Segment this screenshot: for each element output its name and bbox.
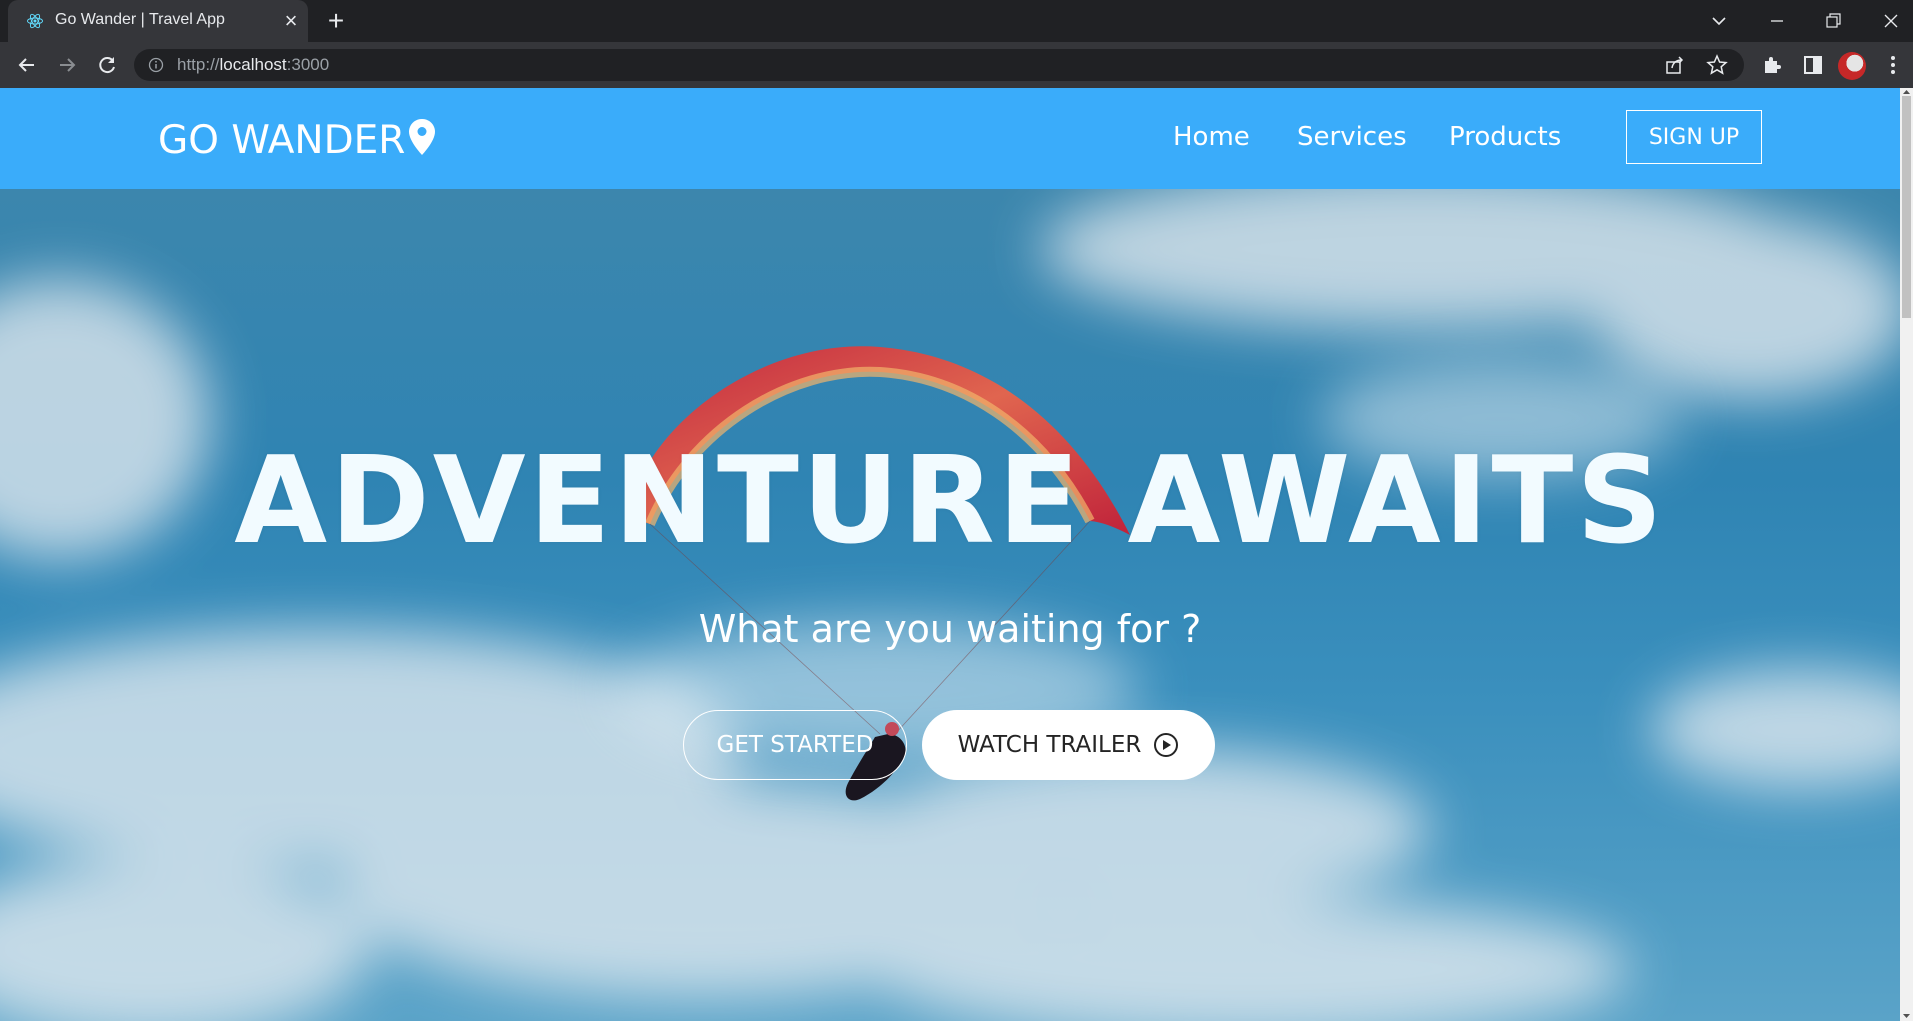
scroll-up-arrow-icon[interactable] [1902, 88, 1911, 96]
restore-icon[interactable] [1818, 6, 1848, 36]
react-favicon-icon [27, 13, 43, 29]
watch-trailer-button[interactable]: WATCH TRAILER [922, 710, 1215, 780]
page-viewport: GO WANDER Home Services Products SIGN UP [0, 88, 1900, 1021]
minimize-icon[interactable] [1762, 6, 1792, 36]
url-text: http://localhost:3000 [177, 55, 329, 75]
nav-link-services[interactable]: Services [1297, 122, 1407, 152]
site-navbar: GO WANDER Home Services Products SIGN UP [0, 88, 1900, 189]
browser-tab-strip: Go Wander | Travel App × + [0, 0, 1913, 42]
browser-menu-icon[interactable] [1880, 52, 1906, 78]
close-window-icon[interactable] [1876, 6, 1906, 36]
browser-toolbar: http://localhost:3000 [0, 42, 1913, 88]
nav-link-home[interactable]: Home [1173, 122, 1250, 152]
forward-arrow-icon[interactable] [52, 50, 82, 80]
hero-section: ADVENTURE AWAITS What are you waiting fo… [0, 189, 1900, 1021]
back-arrow-icon[interactable] [12, 50, 42, 80]
hero-title: ADVENTURE AWAITS [234, 432, 1666, 571]
get-started-button[interactable]: GET STARTED [683, 710, 907, 780]
sign-up-button[interactable]: SIGN UP [1626, 110, 1762, 164]
nav-link-products[interactable]: Products [1449, 122, 1561, 152]
browser-tab[interactable]: Go Wander | Travel App × [8, 0, 308, 42]
share-icon[interactable] [1664, 54, 1686, 76]
address-bar[interactable]: http://localhost:3000 [134, 49, 1744, 81]
url-scheme: http:// [177, 55, 220, 74]
side-panel-icon[interactable] [1800, 52, 1826, 78]
bookmark-star-icon[interactable] [1706, 54, 1728, 76]
site-logo[interactable]: GO WANDER [158, 118, 405, 163]
page-scrollbar[interactable] [1900, 88, 1913, 1021]
site-info-icon[interactable] [148, 57, 164, 73]
hero-background-image [0, 189, 1900, 1021]
scrollbar-thumb[interactable] [1902, 96, 1911, 318]
reload-icon[interactable] [92, 50, 122, 80]
profile-avatar[interactable] [1838, 52, 1866, 80]
scroll-down-arrow-icon[interactable] [1902, 1012, 1911, 1020]
map-pin-icon [409, 119, 435, 155]
url-host: localhost [219, 55, 287, 74]
hero-subtitle: What are you waiting for ? [698, 607, 1202, 651]
new-tab-icon[interactable]: + [322, 7, 350, 36]
get-started-label: GET STARTED [716, 732, 874, 758]
play-circle-icon [1154, 733, 1179, 757]
tab-close-icon[interactable]: × [280, 10, 302, 32]
watch-trailer-label: WATCH TRAILER [957, 732, 1142, 758]
tab-search-chevron-icon[interactable] [1704, 6, 1734, 36]
tab-title: Go Wander | Travel App [55, 11, 225, 28]
extensions-puzzle-icon[interactable] [1760, 52, 1786, 78]
url-port: :3000 [286, 55, 330, 74]
